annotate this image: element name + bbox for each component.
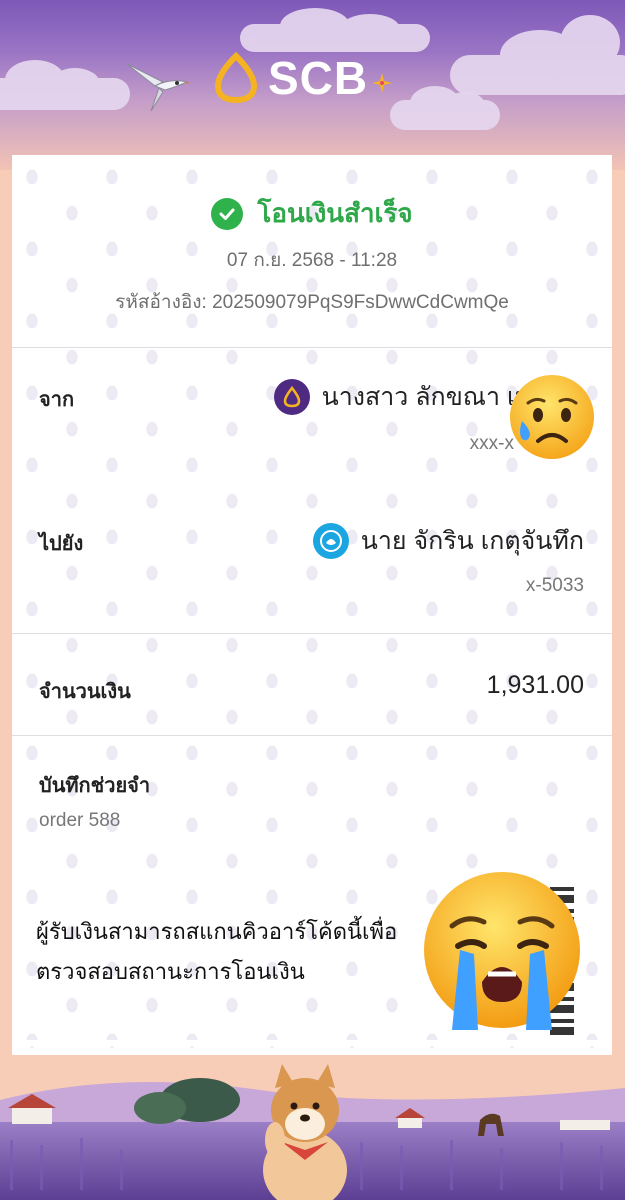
brand-name: SCB xyxy=(268,52,369,104)
amount-value: 1,931.00 xyxy=(486,671,584,699)
divider xyxy=(12,633,612,634)
sad-relieved-face-emoji xyxy=(510,375,594,459)
transfer-datetime: 07 ก.ย. 2568 - 11:28 xyxy=(226,250,398,271)
status-header: โอนเงินสำเร็จ xyxy=(12,193,612,234)
cloud xyxy=(450,15,625,95)
bird-illustration xyxy=(126,63,190,112)
scb-logo-icon xyxy=(214,52,258,104)
scb-logo: SCB xyxy=(210,48,394,108)
lavender-field-illustration xyxy=(0,1064,625,1200)
ktb-logo-icon xyxy=(312,523,349,559)
loudly-crying-face-emoji xyxy=(424,872,580,1030)
success-check-icon xyxy=(211,197,244,230)
header-banner: SCB xyxy=(0,0,625,170)
memo-label: บันทึกช่วยจำ xyxy=(39,775,151,797)
scb-logo-icon xyxy=(273,379,310,415)
recipient-name: นาย จักริน เกตุจันทึก xyxy=(360,527,584,555)
divider xyxy=(12,347,612,348)
from-label: จาก xyxy=(39,389,75,411)
cloud xyxy=(0,60,130,110)
sparkle-plus-icon xyxy=(372,73,393,93)
cloud xyxy=(390,86,500,130)
memo-value: order 588 xyxy=(39,810,121,831)
reference-number: รหัสอ้างอิง: 202509079PqS9FsDwwCdCwmQe xyxy=(115,292,509,313)
divider xyxy=(12,735,612,736)
to-account-row: นาย จักริน เกตุจันทึก xyxy=(312,521,584,561)
sender-name: นางสาว ลักขณา เพ xyxy=(321,383,532,411)
recipient-account: x-5033 xyxy=(525,575,584,596)
to-label: ไปยัง xyxy=(39,533,84,555)
from-account-row: นางสาว ลักขณา เพ xyxy=(273,377,532,417)
transfer-slip: โอนเงินสำเร็จ 07 ก.ย. 2568 - 11:28 รหัสอ… xyxy=(12,155,612,1055)
amount-label: จำนวนเงิน xyxy=(39,681,131,703)
qr-verify-message: ผู้รับเงินสามารถสแกนคิวอาร์โค้ดนี้เพื่อต… xyxy=(36,919,398,984)
status-text: โอนเงินสำเร็จ xyxy=(257,198,413,228)
